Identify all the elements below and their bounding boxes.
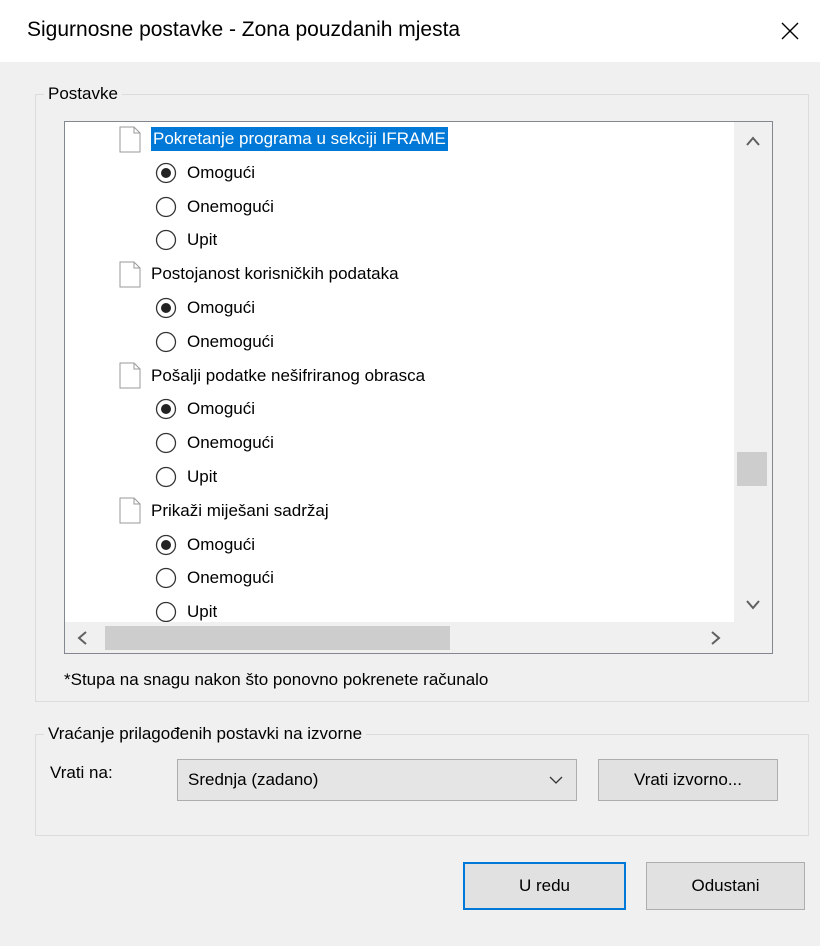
scroll-left-icon[interactable]: [77, 631, 87, 649]
setting-option-radio[interactable]: Onemogući: [155, 327, 274, 357]
radio-unchecked-icon: [155, 568, 177, 589]
setting-category-label: Pokretanje programa u sekciji IFRAME: [151, 127, 448, 151]
title-bar: Sigurnosne postavke - Zona pouzdanih mje…: [0, 0, 820, 62]
setting-option-label: Omogući: [187, 162, 256, 182]
document-icon: [119, 261, 141, 288]
security-level-select[interactable]: Srednja (zadano): [177, 759, 577, 801]
restore-default-button[interactable]: Vrati izvorno...: [598, 759, 778, 801]
restart-note: *Stupa na snagu nakon što ponovno pokren…: [64, 670, 489, 689]
reset-group-legend: Vraćanje prilagođenih postavki na izvorn…: [48, 724, 363, 743]
chevron-down-icon: [549, 776, 563, 784]
setting-category[interactable]: Pokretanje programa u sekciji IFRAME: [119, 124, 448, 154]
scrollbar-corner: [734, 622, 772, 653]
settings-list: Pokretanje programa u sekciji IFRAME Omog…: [65, 122, 733, 622]
setting-option-label: Onemogući: [187, 196, 274, 216]
setting-option-label: Omogući: [187, 534, 256, 554]
close-button[interactable]: [760, 0, 820, 62]
setting-option-label: Upit: [187, 230, 218, 250]
setting-option-radio[interactable]: Onemogući: [155, 192, 274, 222]
setting-option-label: Onemogući: [187, 331, 274, 351]
window-title: Sigurnosne postavke - Zona pouzdanih mje…: [27, 18, 461, 41]
setting-category-label: Pošalji podatke nešifriranog obrasca: [151, 365, 426, 385]
setting-option-radio[interactable]: Onemogući: [155, 428, 274, 458]
document-icon: [119, 126, 141, 152]
radio-unchecked-icon: [155, 331, 177, 352]
setting-option-radio[interactable]: Upit: [155, 225, 217, 255]
vertical-scrollbar[interactable]: [734, 122, 772, 622]
setting-option-radio[interactable]: Omogući: [155, 293, 255, 323]
radio-checked-icon: [155, 297, 177, 319]
cancel-button[interactable]: Odustani: [646, 862, 805, 910]
document-icon: [119, 362, 141, 389]
setting-category[interactable]: Prikaži miješani sadržaj: [119, 496, 329, 526]
setting-category[interactable]: Pošalji podatke nešifriranog obrasca: [119, 361, 425, 391]
scroll-down-icon[interactable]: [746, 598, 760, 614]
setting-category[interactable]: Postojanost korisničkih podataka: [119, 259, 399, 289]
radio-checked-icon: [155, 534, 177, 555]
radio-checked-icon: [155, 162, 177, 183]
radio-unchecked-icon: [155, 602, 177, 622]
radio-unchecked-icon: [155, 230, 177, 251]
setting-option-label: Onemogući: [187, 433, 274, 453]
setting-option-label: Omogući: [187, 399, 256, 419]
setting-option-label: Omogući: [187, 298, 256, 317]
setting-option-label: Upit: [187, 602, 218, 622]
reset-to-label: Vrati na:: [50, 763, 113, 782]
horizontal-scrollbar[interactable]: [65, 622, 734, 653]
scroll-up-icon[interactable]: [746, 134, 760, 150]
setting-option-radio[interactable]: Omogući: [155, 158, 255, 188]
security-level-value: Srednja (zadano): [188, 770, 319, 789]
setting-option-radio[interactable]: Omogući: [155, 530, 255, 560]
radio-unchecked-icon: [155, 433, 177, 454]
radio-checked-icon: [155, 399, 177, 420]
setting-option-radio[interactable]: Upit: [155, 597, 217, 622]
radio-unchecked-icon: [155, 196, 177, 217]
setting-option-label: Upit: [187, 467, 218, 486]
scroll-right-icon[interactable]: [711, 631, 721, 649]
vertical-scroll-thumb[interactable]: [737, 452, 767, 486]
setting-option-radio[interactable]: Onemogući: [155, 563, 274, 593]
horizontal-scroll-thumb[interactable]: [105, 626, 450, 650]
ok-button[interactable]: U redu: [463, 862, 626, 910]
setting-category-label: Postojanost korisničkih podataka: [151, 264, 399, 284]
radio-unchecked-icon: [155, 466, 177, 488]
settings-group-legend: Postavke: [48, 84, 118, 103]
settings-tree[interactable]: Pokretanje programa u sekciji IFRAME Omog…: [64, 121, 773, 654]
setting-option-label: Onemogući: [187, 568, 274, 588]
document-icon: [119, 497, 141, 524]
setting-option-radio[interactable]: Upit: [155, 462, 217, 492]
setting-option-radio[interactable]: Omogući: [155, 394, 255, 424]
close-icon: [781, 22, 799, 40]
setting-category-label: Prikaži miješani sadržaj: [151, 500, 329, 520]
